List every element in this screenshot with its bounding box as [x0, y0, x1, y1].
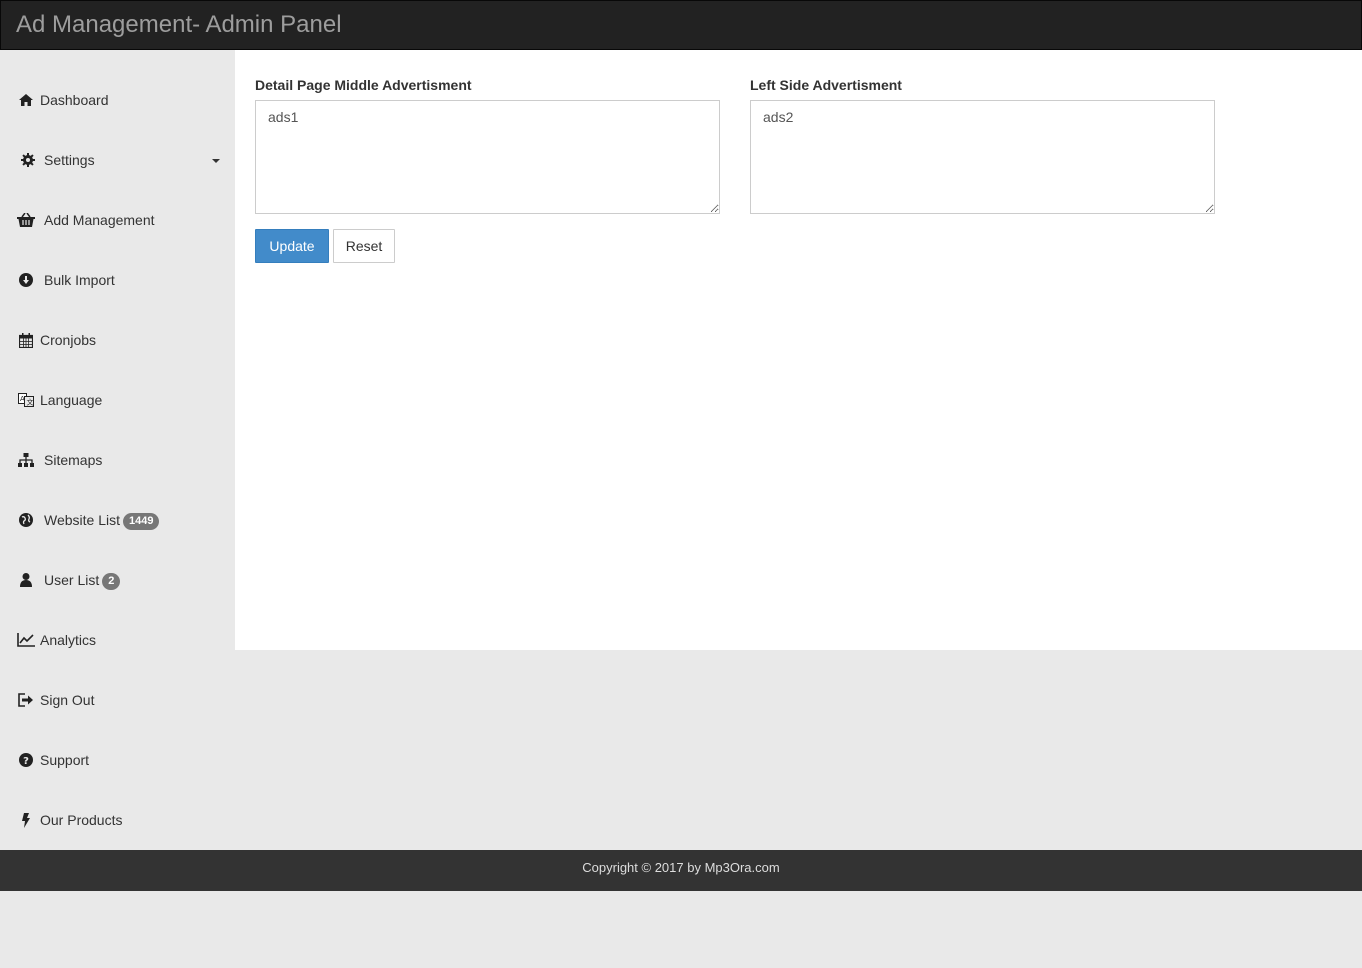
middle-ad-label: Detail Page Middle Advertisment — [255, 77, 472, 93]
basket-icon — [17, 212, 35, 228]
count-badge: 1449 — [123, 513, 160, 530]
sidebar-item-label: Support — [40, 752, 90, 768]
main-content: Detail Page Middle Advertisment ads1 Lef… — [235, 50, 1362, 650]
sidebar-item-user-list[interactable]: User List 2 — [0, 560, 235, 600]
middle-ad-textarea[interactable]: ads1 — [255, 100, 720, 214]
sidebar: Dashboard Settings Add Management Bulk I… — [0, 50, 235, 850]
sidebar-item-support[interactable]: ? Support — [0, 740, 235, 780]
line-chart-icon — [17, 632, 35, 648]
sidebar-item-bulk-import[interactable]: Bulk Import — [0, 260, 235, 300]
language-icon: A文 — [17, 392, 35, 408]
sidebar-item-label: Analytics — [40, 632, 97, 648]
top-navbar: Ad Management- Admin Panel — [0, 0, 1362, 50]
sitemap-icon — [17, 452, 35, 468]
count-badge: 2 — [102, 573, 121, 590]
download-circle-icon — [17, 272, 35, 288]
svg-text:?: ? — [23, 756, 29, 767]
sidebar-item-label: Our Products — [40, 812, 123, 828]
footer: Copyright © 2017 by Mp3Ora.com — [0, 850, 1362, 891]
sidebar-item-label: Dashboard — [40, 92, 109, 108]
sidebar-item-text: Website List — [44, 512, 120, 528]
sidebar-item-website-list[interactable]: Website List 1449 — [0, 500, 235, 540]
sidebar-item-sitemaps[interactable]: Sitemaps — [0, 440, 235, 480]
update-button[interactable]: Update — [255, 229, 329, 263]
sidebar-item-sign-out[interactable]: Sign Out — [0, 680, 235, 720]
sidebar-item-our-products[interactable]: Our Products — [0, 800, 235, 840]
sidebar-item-label: Sign Out — [40, 692, 95, 708]
user-icon — [17, 572, 35, 588]
sidebar-item-label: Website List 1449 — [44, 511, 160, 530]
sidebar-item-label: Bulk Import — [44, 272, 115, 288]
sidebar-item-cronjobs[interactable]: Cronjobs — [0, 320, 235, 360]
bolt-icon — [17, 812, 35, 828]
gear-icon — [19, 152, 37, 168]
sidebar-item-add-management[interactable]: Add Management — [0, 200, 235, 240]
copyright-text: Copyright © 2017 by Mp3Ora.com — [582, 860, 780, 875]
sidebar-item-analytics[interactable]: Analytics — [0, 620, 235, 660]
sidebar-item-settings[interactable]: Settings — [0, 140, 235, 180]
sidebar-item-text: User List — [44, 572, 100, 588]
svg-text:文: 文 — [27, 398, 34, 407]
sidebar-item-dashboard[interactable]: Dashboard — [0, 80, 235, 120]
sidebar-item-label: Language — [40, 392, 103, 408]
home-icon — [17, 92, 35, 108]
sign-out-icon — [17, 692, 35, 708]
left-ad-textarea[interactable]: ads2 — [750, 100, 1215, 214]
sidebar-item-label: Add Management — [44, 212, 155, 228]
calendar-icon — [17, 332, 35, 348]
globe-icon — [17, 512, 35, 528]
left-ad-label: Left Side Advertisment — [750, 77, 902, 93]
question-circle-icon: ? — [17, 752, 35, 768]
sidebar-item-language[interactable]: A文 Language — [0, 380, 235, 420]
sidebar-item-label: User List 2 — [44, 571, 121, 590]
chevron-down-icon[interactable] — [212, 159, 220, 163]
sidebar-item-label: Sitemaps — [44, 452, 103, 468]
sidebar-item-label: Settings — [44, 152, 95, 168]
sidebar-item-label: Cronjobs — [40, 332, 97, 348]
reset-button[interactable]: Reset — [333, 229, 395, 263]
svg-text:A: A — [20, 395, 25, 403]
brand-title[interactable]: Ad Management- Admin Panel — [16, 10, 342, 40]
